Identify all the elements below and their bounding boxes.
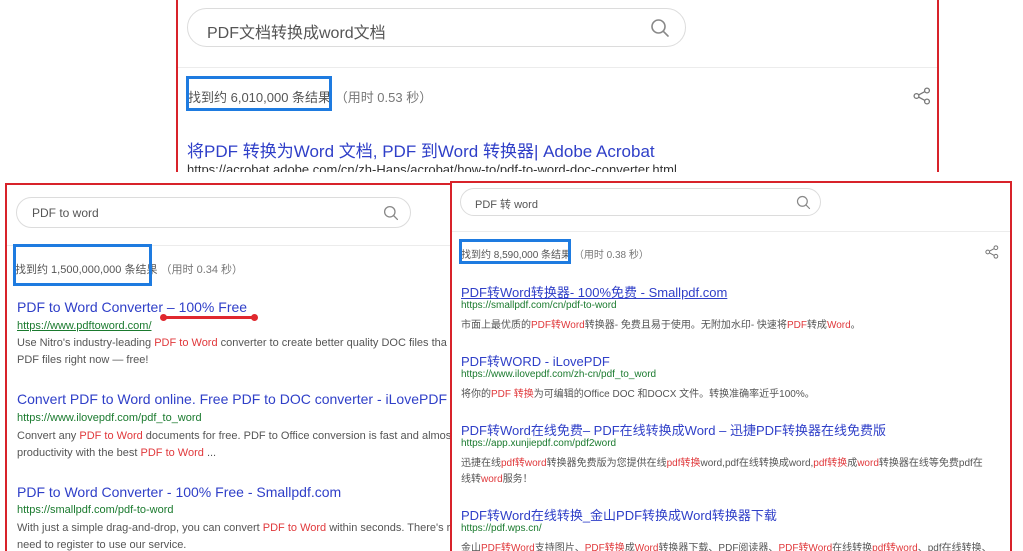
result-description: 将你的PDF 转换为可编辑的Office DOC 和DOCX 文件。转换准确率近… [461,385,815,400]
desc-text: productivity with the best [17,447,141,459]
annotation-dot [251,314,258,321]
desc-keyword: PDF 转换 [491,389,534,400]
highlight-box [186,76,332,111]
desc-text: PDF files right now — free! [17,354,149,366]
desc-text: 转换器在线等免费pdf在 [878,458,983,469]
desc-keyword: PDF to Word [79,430,143,442]
result-description: 金山PDF转Word支持图片、PDF转换成Word转换器下载、PDF阅读器、PD… [461,539,992,551]
result-title[interactable]: PDF转Word在线免费– PDF在线转换成Word – 迅捷PDF转换器在线免… [461,420,886,439]
desc-keyword: PDF转Word [531,320,585,331]
desc-text: 、pdf在线转换、 [917,543,992,551]
desc-text: 转成 [806,320,827,331]
result-description: PDF files right now — free! [17,354,148,366]
search-panel-left: PDF to word 找到约 1,500,000,000 条结果 （用时 0.… [5,183,457,551]
desc-keyword: PDF转Word [778,543,833,551]
share-icon[interactable] [913,87,931,105]
desc-text: Convert any [17,430,80,442]
desc-keyword: pdf转word [501,458,547,469]
share-icon[interactable] [985,245,999,259]
result-title[interactable]: PDF转Word在线转换_金山PDF转换成Word转换器下载 [461,505,777,524]
desc-text: word,pdf在线转换成word, [700,458,814,469]
desc-keyword: PDF to Word [262,522,327,534]
search-input[interactable]: PDF文档转换成word文档 [187,8,686,47]
desc-keyword: pdf转换 [666,458,701,469]
result-title[interactable]: PDF to Word Converter - 100% Free - Smal… [17,484,341,500]
result-title[interactable]: Convert PDF to Word online. Free PDF to … [17,391,447,407]
desc-text: 将你的 [461,389,491,400]
result-url[interactable]: https://smallpdf.com/pdf-to-word [17,504,174,516]
result-title[interactable]: PDF转Word转换器- 100%免费 - Smallpdf.com [461,282,727,301]
search-input[interactable]: PDF to word [16,197,411,228]
result-url[interactable]: https://www.ilovepdf.com/pdf_to_word [17,412,202,424]
desc-keyword: PDF转Word [481,543,535,551]
search-query: PDF 转 word [475,199,538,211]
desc-keyword: PDF to Word [154,337,218,349]
search-panel-right: PDF 转 word 找到约 8,590,000 条结果 （用时 0.38 秒）… [450,181,1012,551]
result-description: Convert any PDF to Word documents for fr… [17,430,454,442]
desc-keyword: word [857,458,879,469]
desc-text: 。 [850,320,861,331]
desc-text: ... [203,447,217,459]
result-description: 市面上最优质的PDF转Word转换器- 免费且易于使用。无附加水印- 快速将PD… [461,316,861,331]
desc-text: need to register to use our service. [17,539,187,551]
result-url[interactable]: https://pdf.wps.cn/ [461,523,542,534]
desc-text: 成 [847,458,858,469]
desc-keyword: Word [634,543,659,551]
desc-keyword: pdf转word [872,543,918,551]
search-time: （用时 0.53 秒） [334,90,433,105]
result-url[interactable]: https://app.xunjiepdf.com/pdf2word [461,438,616,449]
desc-text: 在线转换 [832,543,873,551]
search-icon[interactable] [383,205,399,221]
desc-keyword: PDF to Word [140,447,204,459]
search-input[interactable]: PDF 转 word [460,188,821,216]
annotation-underline [163,316,255,319]
desc-text: 转换器免费版为您提供在线 [546,458,667,469]
result-description: With just a simple drag-and-drop, you ca… [17,522,450,534]
desc-keyword: PDF [786,320,807,331]
result-url[interactable]: https://www.pdftoword.com/ [17,320,152,332]
result-description: 线转word服务！ [461,470,533,485]
desc-text: 线转 [461,474,481,485]
desc-text: 转换器- 免费且易于使用。无附加水印- 快速将 [584,320,787,331]
search-panel-top: PDF文档转换成word文档 找到约 6,010,000 条结果 （用时 0.5… [176,0,939,172]
desc-text: 成 [624,543,635,551]
desc-text: converter to create better quality DOC f… [217,337,447,349]
result-description: 迅捷在线pdf转word转换器免费版为您提供在线pdf转换word,pdf在线转… [461,454,983,469]
desc-text: 服务！ [502,474,533,485]
search-time: （用时 0.38 秒） [573,250,649,261]
divider [452,231,1010,232]
desc-text: 支持图片、 [534,543,585,551]
result-title[interactable]: PDF转WORD - iLovePDF [461,351,610,370]
desc-text: Use Nitro's industry-leading [17,337,155,349]
desc-text: 迅捷在线 [461,458,501,469]
search-icon[interactable] [796,195,811,210]
divider [178,67,937,68]
desc-text: documents for free. PDF to Office conver… [142,430,455,442]
result-description: need to register to use our service. [17,539,186,551]
desc-keyword: Word [826,320,851,331]
highlight-box [459,239,571,264]
result-description: Use Nitro's industry-leading PDF to Word… [17,337,447,349]
search-query: PDF to word [32,206,99,220]
desc-keyword: word [481,474,503,485]
desc-text: 转换器下载、PDF阅读器、 [658,543,779,551]
search-query: PDF文档转换成word文档 [207,25,386,42]
result-url[interactable]: https://smallpdf.com/cn/pdf-to-word [461,300,617,311]
desc-keyword: pdf转换 [813,458,848,469]
result-url[interactable]: https://acrobat.adobe.com/cn/zh-Hans/acr… [187,162,677,172]
desc-text: 为可编辑的Office DOC 和DOCX 文件。转换准确率近乎100%。 [533,389,815,400]
annotation-dot [160,314,167,321]
result-description: productivity with the best PDF to Word .… [17,447,216,459]
desc-text: With just a simple drag-and-drop, you ca… [17,522,263,534]
result-title[interactable]: 将PDF 转换为Word 文档, PDF 到Word 转换器| Adobe Ac… [187,137,655,162]
search-icon[interactable] [650,18,670,38]
desc-text: 市面上最优质的 [461,320,531,331]
desc-text: 金山 [461,543,481,551]
highlight-box [13,244,152,286]
desc-text: within seconds. There's r [326,522,451,534]
search-time: （用时 0.34 秒） [160,264,244,276]
result-url[interactable]: https://www.ilovepdf.com/zh-cn/pdf_to_wo… [461,369,656,380]
desc-keyword: PDF转换 [584,543,625,551]
result-title[interactable]: PDF to Word Converter – 100% Free [17,299,247,315]
